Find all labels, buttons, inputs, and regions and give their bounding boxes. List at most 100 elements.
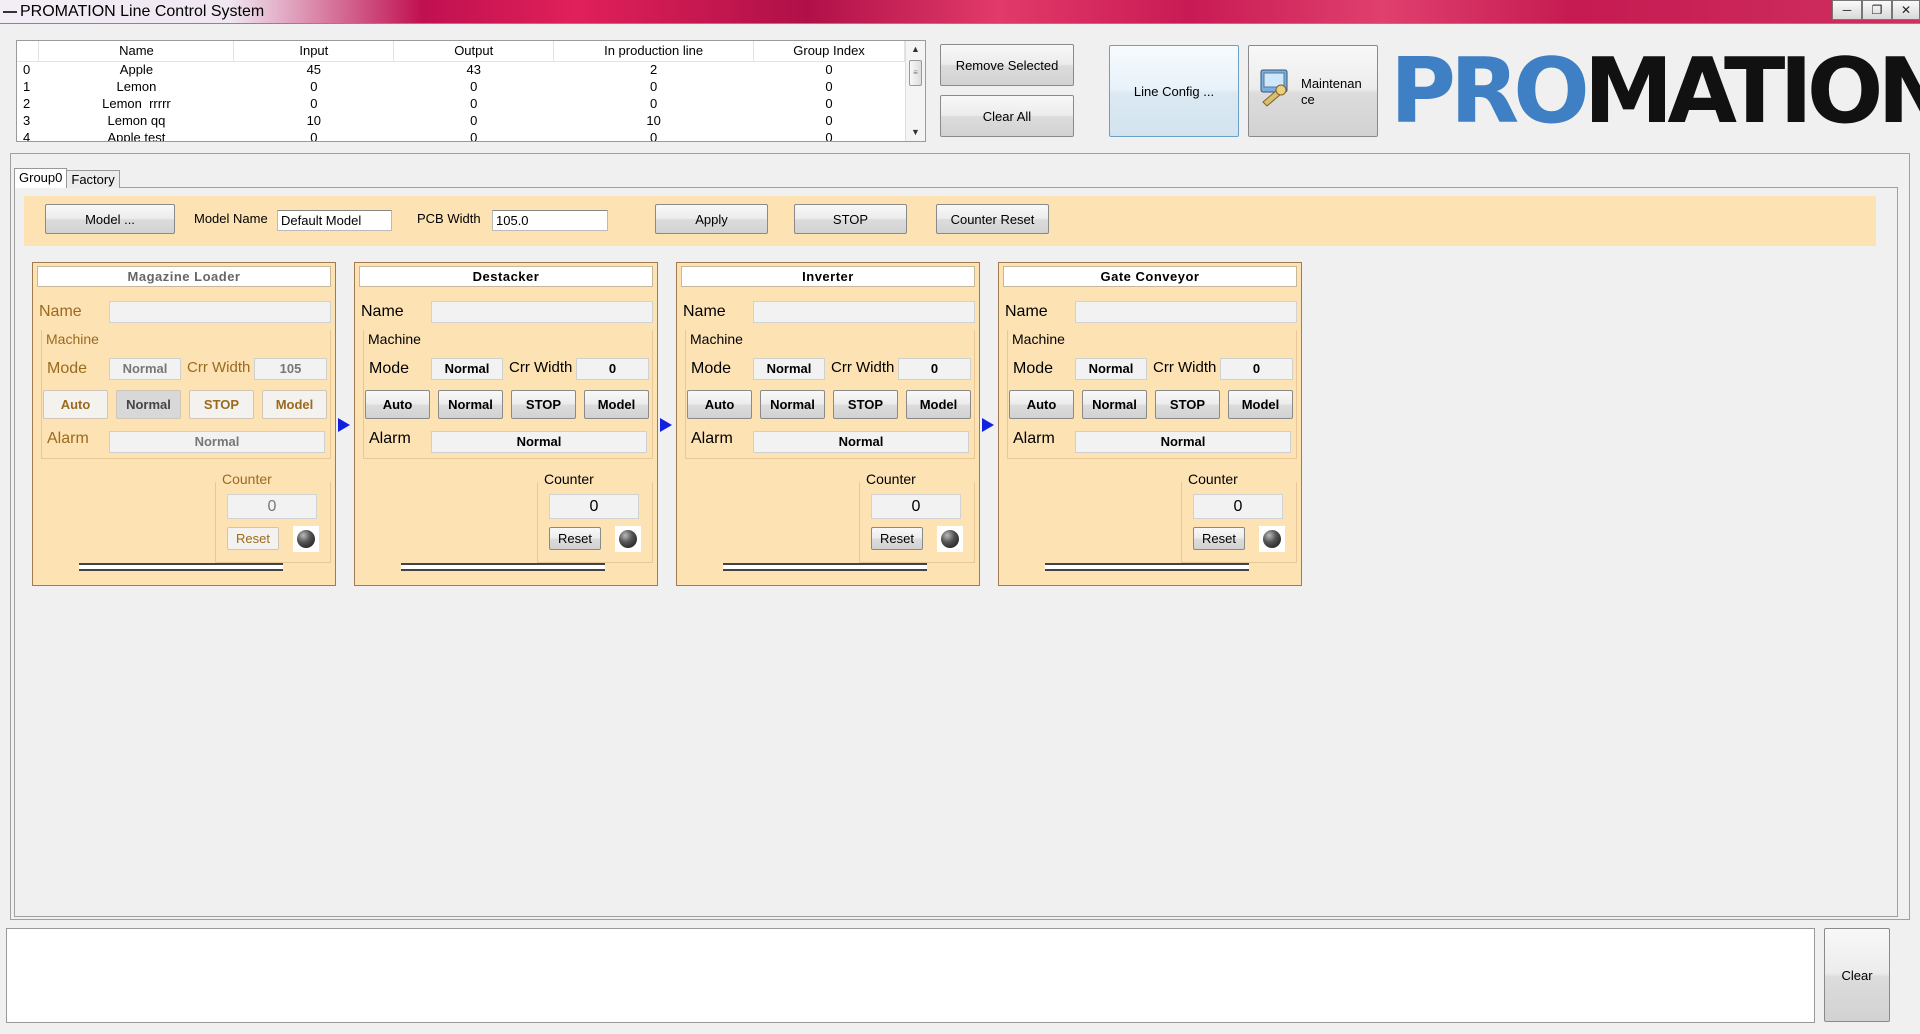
maintenance-label: Maintenan ce bbox=[1301, 76, 1362, 107]
station-model-button[interactable]: Model bbox=[1228, 390, 1293, 419]
remove-selected-button[interactable]: Remove Selected bbox=[940, 44, 1074, 86]
cell-name: Lemon qq bbox=[107, 113, 166, 128]
cell-group-index: 0 bbox=[825, 79, 833, 94]
app-icon bbox=[3, 11, 17, 13]
crr-width-value: 0 bbox=[898, 358, 971, 380]
counter-value: 0 bbox=[871, 494, 961, 519]
clear-all-button[interactable]: Clear All bbox=[940, 95, 1074, 137]
station-name-field[interactable] bbox=[431, 301, 653, 323]
cell-input: 45 bbox=[306, 62, 322, 78]
station-panel: Gate Conveyor Name Machine Mode Normal Crr Wi… bbox=[998, 262, 1302, 586]
counter-reset-button[interactable]: Reset bbox=[871, 527, 923, 550]
table-row[interactable]: 1 Lemon 0 0 0 0 bbox=[17, 78, 905, 95]
models-table[interactable]: Name Input Output In production line Gro… bbox=[16, 40, 926, 142]
cell-index: 2 bbox=[23, 96, 31, 111]
conveyor-bar bbox=[723, 563, 927, 571]
station-model-button[interactable]: Model bbox=[584, 390, 649, 419]
scroll-up-icon[interactable]: ▲ bbox=[906, 41, 925, 58]
minimize-icon[interactable]: ─ bbox=[1832, 0, 1862, 20]
counter-reset-button[interactable]: Counter Reset bbox=[936, 204, 1049, 234]
column-header-name[interactable]: Name bbox=[38, 41, 235, 62]
column-header-index bbox=[17, 41, 40, 62]
mode-label: Mode bbox=[47, 360, 88, 377]
cell-in-production: 2 bbox=[649, 62, 658, 78]
alarm-label: Alarm bbox=[1013, 430, 1055, 447]
line-config-button[interactable]: Line Config ... bbox=[1109, 45, 1239, 137]
column-header-input[interactable]: Input bbox=[233, 41, 395, 62]
cell-input: 0 bbox=[310, 130, 318, 142]
station-stop-button[interactable]: STOP bbox=[511, 390, 576, 419]
counter-label: Counter bbox=[544, 471, 594, 487]
apply-button[interactable]: Apply bbox=[655, 204, 768, 234]
station-model-button[interactable]: Model bbox=[262, 390, 327, 419]
pcb-width-label: PCB Width bbox=[417, 211, 481, 226]
cell-index: 3 bbox=[23, 113, 31, 128]
pcb-width-field[interactable]: 105.0 bbox=[492, 210, 608, 231]
alarm-value: Normal bbox=[753, 431, 969, 453]
crr-width-label: Crr Width bbox=[509, 359, 573, 376]
cell-group-index: 0 bbox=[825, 130, 833, 142]
stop-button[interactable]: STOP bbox=[794, 204, 907, 234]
table-row[interactable]: 3 Lemon qq 10 0 10 0 bbox=[17, 112, 905, 129]
cell-output: 0 bbox=[470, 130, 478, 142]
table-scrollbar[interactable]: ▲ ≡ ▼ bbox=[905, 41, 925, 141]
cell-in-production: 10 bbox=[646, 113, 661, 128]
cell-index: 1 bbox=[23, 79, 31, 94]
station-stop-button[interactable]: STOP bbox=[189, 390, 254, 419]
station-stop-button[interactable]: STOP bbox=[833, 390, 898, 419]
station-stop-button[interactable]: STOP bbox=[1155, 390, 1220, 419]
close-icon[interactable]: ✕ bbox=[1892, 0, 1920, 20]
counter-reset-button[interactable]: Reset bbox=[549, 527, 601, 550]
station-title: Inverter bbox=[681, 266, 975, 287]
auto-button[interactable]: Auto bbox=[1009, 390, 1074, 419]
cell-in-production: 0 bbox=[649, 130, 658, 142]
station-name-field[interactable] bbox=[109, 301, 331, 323]
table-row[interactable]: 2 Lemon rrrrr 0 0 0 0 bbox=[17, 95, 905, 112]
normal-button[interactable]: Normal bbox=[1082, 390, 1147, 419]
auto-button[interactable]: Auto bbox=[687, 390, 752, 419]
tab-factory[interactable]: Factory bbox=[66, 170, 120, 188]
tab-strip: Group0 Factory bbox=[14, 168, 120, 188]
restore-icon[interactable]: ❐ bbox=[1862, 0, 1892, 20]
crr-width-label: Crr Width bbox=[831, 359, 895, 376]
model-button[interactable]: Model ... bbox=[45, 204, 175, 234]
cell-in-production: 0 bbox=[649, 96, 658, 111]
counter-reset-button[interactable]: Reset bbox=[1193, 527, 1245, 550]
tab-group0[interactable]: Group0 bbox=[14, 168, 68, 188]
table-row[interactable]: 4 Apple test 0 0 0 0 bbox=[17, 129, 905, 142]
column-header-in-production-line[interactable]: In production line bbox=[553, 41, 755, 62]
crr-width-value: 105 bbox=[254, 358, 327, 380]
machine-label: Machine bbox=[368, 331, 421, 347]
machine-label: Machine bbox=[690, 331, 743, 347]
cell-index: 0 bbox=[23, 62, 31, 78]
alarm-value: Normal bbox=[431, 431, 647, 453]
station-model-button[interactable]: Model bbox=[906, 390, 971, 419]
maintenance-button[interactable]: Maintenan ce bbox=[1248, 45, 1378, 137]
station-name-field[interactable] bbox=[1075, 301, 1297, 323]
log-output[interactable] bbox=[6, 928, 1815, 1023]
station-panel: Destacker Name Machine Mode Normal Crr Width 0… bbox=[354, 262, 658, 586]
counter-reset-button[interactable]: Reset bbox=[227, 527, 279, 550]
table-row[interactable]: 0 Apple 45 43 2 0 bbox=[17, 61, 905, 78]
counter-value: 0 bbox=[1193, 494, 1283, 519]
station-name-field[interactable] bbox=[753, 301, 975, 323]
model-name-field[interactable]: Default Model bbox=[277, 210, 392, 231]
normal-button[interactable]: Normal bbox=[760, 390, 825, 419]
alarm-label: Alarm bbox=[47, 430, 89, 447]
name-label: Name bbox=[39, 303, 82, 320]
auto-button[interactable]: Auto bbox=[43, 390, 108, 419]
scroll-down-icon[interactable]: ▼ bbox=[906, 124, 925, 141]
scroll-thumb[interactable]: ≡ bbox=[909, 60, 922, 86]
auto-button[interactable]: Auto bbox=[365, 390, 430, 419]
crr-width-label: Crr Width bbox=[187, 359, 251, 376]
crr-width-label: Crr Width bbox=[1153, 359, 1217, 376]
station-title: Gate Conveyor bbox=[1003, 266, 1297, 287]
counter-value: 0 bbox=[227, 494, 317, 519]
clear-log-button[interactable]: Clear bbox=[1824, 928, 1890, 1022]
normal-button[interactable]: Normal bbox=[438, 390, 503, 419]
normal-button[interactable]: Normal bbox=[116, 390, 181, 419]
cell-input: 10 bbox=[306, 113, 322, 128]
column-header-output[interactable]: Output bbox=[393, 41, 555, 62]
column-header-group-index[interactable]: Group Index bbox=[753, 41, 905, 62]
model-toolbar: Model ... Model Name Default Model PCB W… bbox=[24, 196, 1876, 246]
